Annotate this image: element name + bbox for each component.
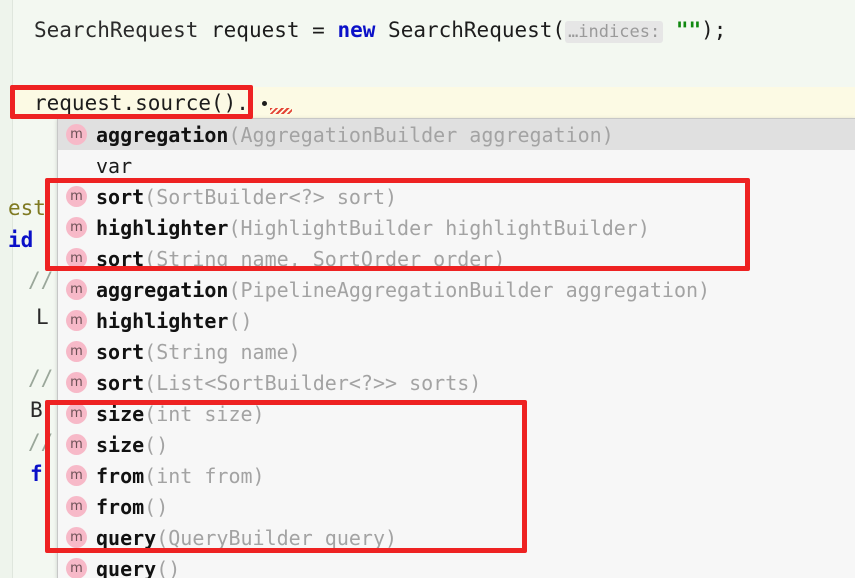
completion-item-name: from [96, 463, 145, 488]
caret-dot [262, 101, 267, 106]
method-icon: m [66, 434, 87, 455]
parameter-hint-chip: …indices: [565, 21, 664, 43]
completion-item-signature: (QueryBuilder query) [156, 525, 398, 550]
bg-fragment-2: // [28, 268, 54, 292]
token-constructor: SearchRequest( [375, 18, 566, 42]
token-type: SearchRequest [34, 18, 199, 42]
code-line-request-source[interactable]: request.source(). [34, 91, 249, 115]
completion-item-sort[interactable]: m sort (String name) [58, 336, 855, 367]
method-icon: m [66, 558, 87, 578]
token-line-tail: ); [701, 18, 727, 42]
completion-item-signature: (SortBuilder<?> sort) [144, 184, 398, 209]
completion-item-name: sort [96, 339, 145, 364]
no-icon [66, 155, 87, 176]
completion-item-sort[interactable]: m sort (List<SortBuilder<?>> sorts) [58, 367, 855, 398]
completion-item-signature: (String name) [144, 339, 301, 364]
completion-item-signature: (int size) [144, 401, 265, 426]
completion-item-name: sort [96, 184, 145, 209]
method-icon: m [66, 496, 87, 517]
completion-item-size[interactable]: m size() [58, 429, 855, 460]
token-equals: = [312, 18, 338, 42]
completion-item-query[interactable]: m query() [58, 553, 855, 578]
bg-fragment-5: B [30, 398, 43, 422]
completion-item-aggregation[interactable]: m aggregation (AggregationBuilder aggregat… [58, 119, 855, 150]
completion-item-signature: (List<SortBuilder<?>> sorts) [144, 370, 482, 395]
completion-item-signature: (PipelineAggregationBuilder aggregation) [228, 277, 711, 302]
method-icon: m [66, 186, 87, 207]
bg-fragment-3: L [36, 305, 49, 329]
method-icon: m [66, 124, 87, 145]
token-request-source: request.source() [34, 91, 237, 115]
code-completion-popup[interactable]: m aggregation (AggregationBuilder aggregat… [57, 118, 855, 578]
bg-fragment-7: f [30, 462, 43, 486]
bg-fragment-1: id [8, 228, 34, 252]
method-icon: m [66, 465, 87, 486]
completion-item-from[interactable]: m from (int from) [58, 460, 855, 491]
completion-item-signature: () [228, 308, 253, 333]
completion-item-signature: () [156, 556, 181, 578]
completion-item-name: query [96, 556, 157, 578]
completion-item-name: size [96, 432, 145, 457]
completion-item-name: size [96, 401, 145, 426]
token-variable: request [198, 18, 313, 42]
completion-item-name: sort [96, 370, 145, 395]
token-dot: . [236, 91, 249, 115]
completion-item-highlighter[interactable]: m highlighter (HighlightBuilder highlightB… [58, 212, 855, 243]
method-icon: m [66, 403, 87, 424]
method-icon: m [66, 248, 87, 269]
method-icon: m [66, 341, 87, 362]
completion-item-signature: (int from) [144, 463, 265, 488]
completion-item-var-plain[interactable]: var [58, 150, 855, 181]
error-squiggle [270, 108, 292, 114]
completion-item-sort[interactable]: m sort (String name, SortOrder order) [58, 243, 855, 274]
method-icon: m [66, 310, 87, 331]
completion-item-size[interactable]: m size (int size) [58, 398, 855, 429]
completion-item-signature: (HighlightBuilder highlightBuilder) [228, 215, 650, 240]
completion-item-signature: () [144, 432, 169, 457]
completion-item-name: from [96, 494, 145, 519]
completion-item-from[interactable]: m from() [58, 491, 855, 522]
method-icon: m [66, 527, 87, 548]
method-icon: m [66, 372, 87, 393]
token-string-literal: "" [675, 18, 702, 42]
completion-item-name: var [96, 153, 133, 178]
completion-item-aggregation[interactable]: m aggregation (PipelineAggregationBuilder … [58, 274, 855, 305]
completion-item-name: aggregation [96, 277, 229, 302]
bg-fragment-6: // [28, 430, 54, 454]
completion-item-query[interactable]: m query (QueryBuilder query) [58, 522, 855, 553]
completion-item-name: sort [96, 246, 145, 271]
ide-screenshot: SearchRequest request = new SearchReques… [0, 0, 855, 578]
bg-fragment-0: est [8, 196, 46, 220]
completion-item-name: highlighter [96, 308, 229, 333]
completion-item-name: aggregation [96, 122, 229, 147]
completion-item-name: query [96, 525, 157, 550]
completion-item-signature: (String name, SortOrder order) [144, 246, 506, 271]
method-icon: m [66, 217, 87, 238]
token-keyword-new: new [337, 18, 376, 42]
completion-item-sort[interactable]: m sort (SortBuilder<?> sort) [58, 181, 855, 212]
completion-item-signature: () [144, 494, 169, 519]
completion-item-name: highlighter [96, 215, 229, 240]
code-line-search-request[interactable]: SearchRequest request = new SearchReques… [34, 18, 727, 43]
method-icon: m [66, 279, 87, 300]
completion-item-highlighter[interactable]: m highlighter() [58, 305, 855, 336]
completion-item-signature: (AggregationBuilder aggregation) [228, 122, 614, 147]
bg-fragment-4: // [28, 366, 54, 390]
